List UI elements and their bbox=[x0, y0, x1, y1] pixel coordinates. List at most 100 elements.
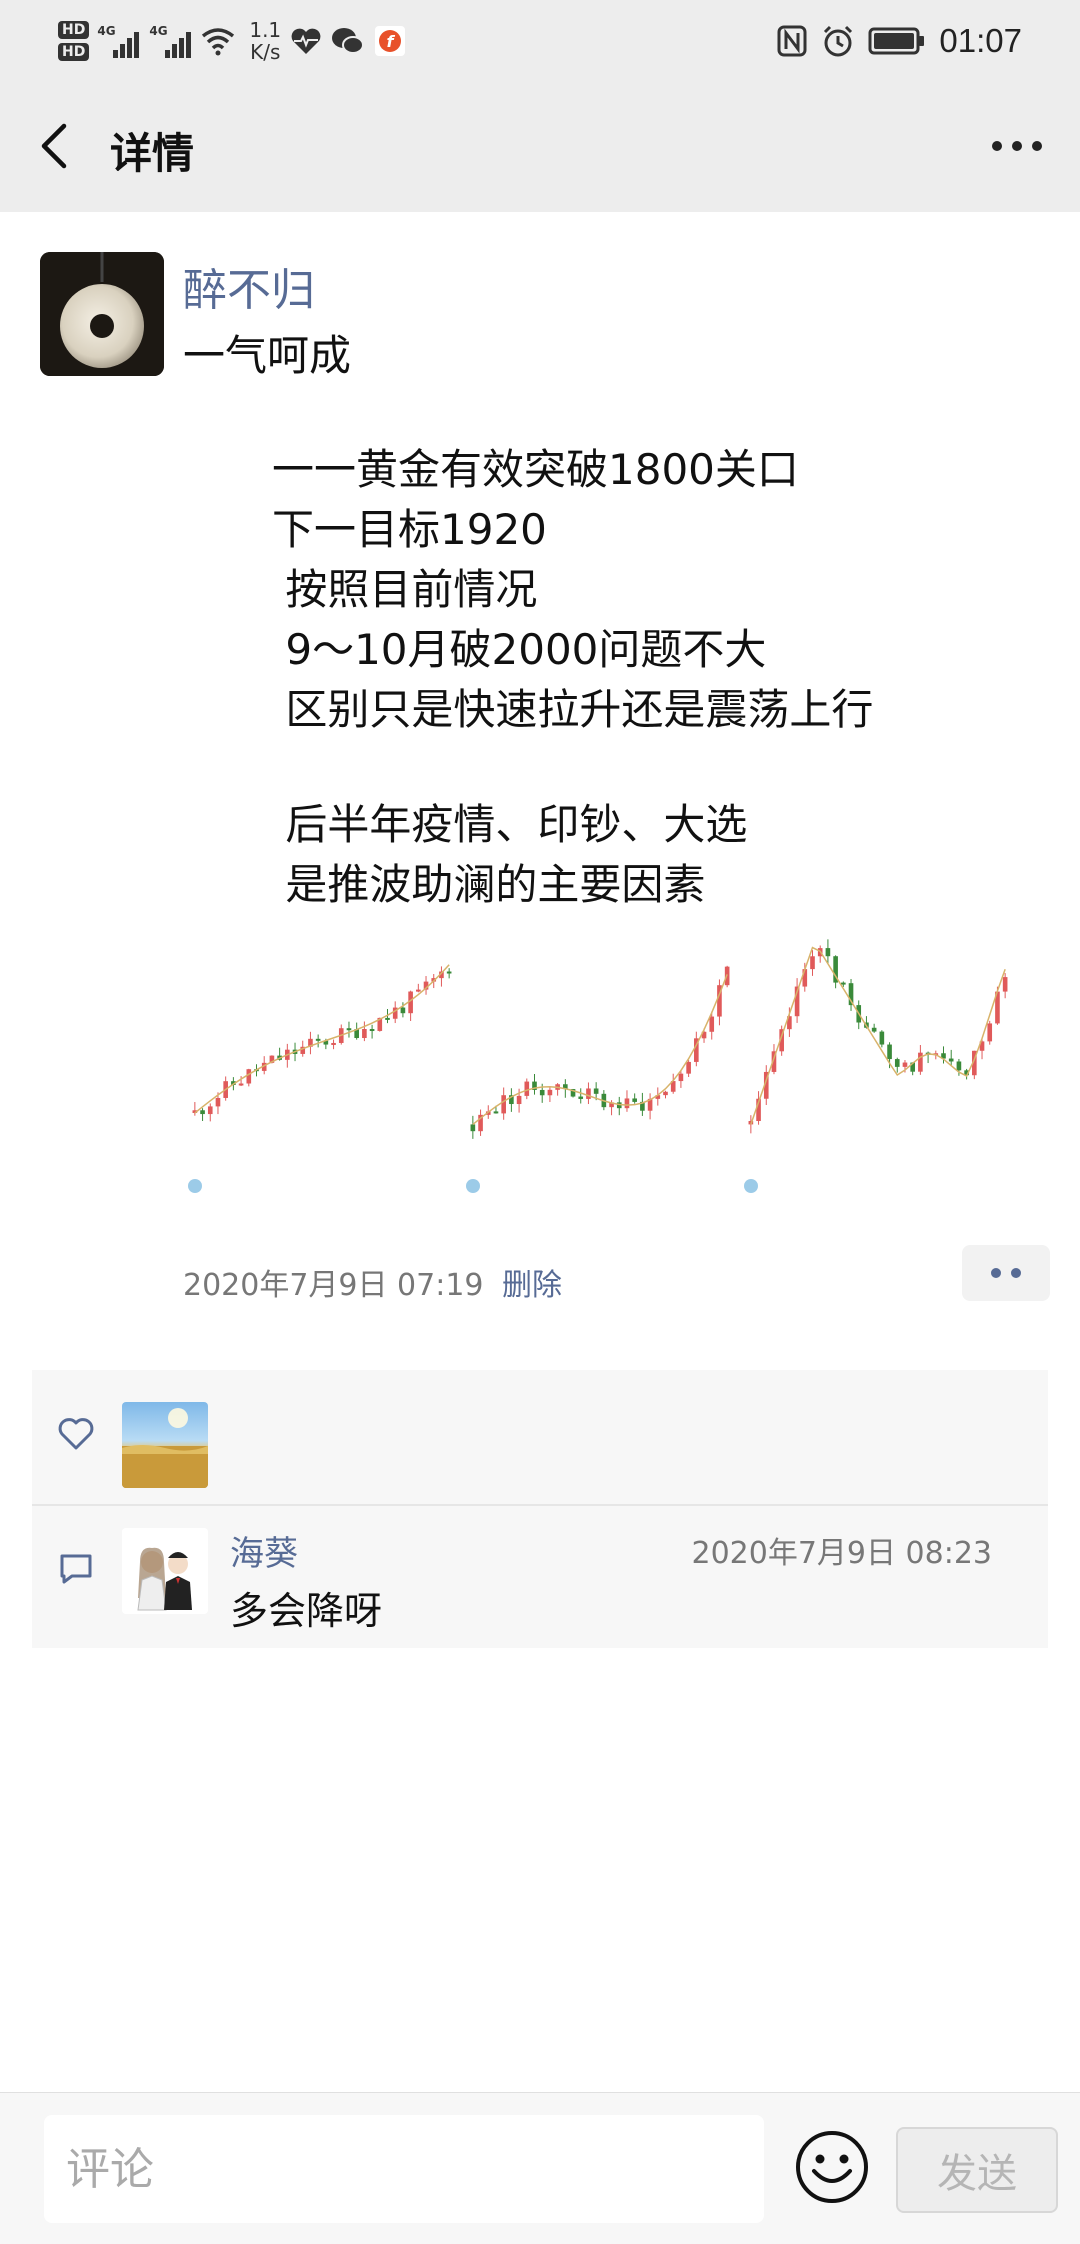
candle-body bbox=[902, 1062, 908, 1067]
post-text-line: 一气呵成 bbox=[183, 331, 352, 380]
hd1-badge: HD bbox=[58, 21, 90, 39]
net-speed-value: 1.1 bbox=[249, 18, 282, 42]
candle-body bbox=[524, 1081, 530, 1096]
comment-time: 2020年7月9日 08:23 bbox=[691, 1536, 992, 1571]
candle-body bbox=[578, 1096, 584, 1099]
nfc-icon bbox=[775, 24, 809, 58]
candle-body bbox=[841, 982, 846, 985]
heart-icon bbox=[56, 1414, 96, 1454]
post-image-chart[interactable] bbox=[183, 930, 461, 1210]
likes-section bbox=[32, 1370, 1048, 1504]
status-bar: HD HD 4G 4G 1.1 K/s f 01:07 bbox=[0, 0, 1080, 80]
signal-1-icon: 4G bbox=[97, 24, 141, 58]
signal-2-icon: 4G bbox=[149, 24, 193, 58]
author-name[interactable]: 醉不归 bbox=[183, 254, 315, 318]
candle-body bbox=[446, 971, 452, 974]
candle-body bbox=[238, 1083, 244, 1086]
signal-2-label: 4G bbox=[149, 24, 168, 38]
candle-body bbox=[362, 1029, 367, 1039]
author-avatar[interactable] bbox=[40, 252, 164, 376]
candle-body bbox=[416, 989, 421, 992]
post-image-chart[interactable] bbox=[739, 930, 1017, 1210]
health-icon bbox=[289, 24, 323, 58]
candle-body bbox=[385, 1017, 390, 1020]
signal-1-label: 4G bbox=[97, 24, 116, 38]
candle-body bbox=[879, 1031, 885, 1045]
comment-like-menu-button[interactable] bbox=[962, 1245, 1050, 1301]
candle-body bbox=[871, 1027, 877, 1032]
comment-icon bbox=[56, 1548, 96, 1588]
chart-badge-dot bbox=[188, 1179, 202, 1193]
candle-body bbox=[586, 1088, 591, 1099]
candle-body bbox=[918, 1052, 923, 1072]
more-options-icon[interactable] bbox=[982, 126, 1052, 166]
candle-body bbox=[987, 1023, 993, 1042]
hd2-badge: HD bbox=[58, 43, 90, 61]
hd-indicators: HD HD bbox=[58, 21, 90, 61]
net-speed-unit: K/s bbox=[250, 40, 281, 64]
status-right: 01:07 bbox=[775, 10, 1022, 72]
wifi-icon bbox=[201, 24, 235, 58]
post-text-line: 9～10月破2000问题不大 bbox=[272, 625, 767, 674]
candle-body bbox=[956, 1061, 962, 1071]
comments-section: 海葵 2020年7月9日 08:23 多会降呀 bbox=[32, 1506, 1048, 1648]
candle-body bbox=[539, 1089, 545, 1096]
emoji-icon[interactable] bbox=[794, 2129, 870, 2205]
post-timestamp: 2020年7月9日 07:19 bbox=[183, 1268, 484, 1303]
candle-body bbox=[709, 1016, 715, 1032]
send-button[interactable]: 发送 bbox=[896, 2127, 1058, 2213]
candle-body bbox=[678, 1073, 684, 1082]
post-text-line: 下一目标1920 bbox=[272, 505, 547, 554]
app-f-icon: f bbox=[373, 24, 407, 58]
candle-body bbox=[825, 948, 831, 957]
candle-body bbox=[400, 1007, 406, 1014]
commenter-name[interactable]: 海葵 bbox=[230, 1526, 298, 1575]
post-image-chart[interactable] bbox=[461, 930, 739, 1210]
candle-body bbox=[207, 1106, 213, 1115]
comment-text[interactable]: 多会降呀 bbox=[230, 1580, 382, 1635]
post-text-line: 是推波助澜的主要因素 bbox=[272, 860, 706, 909]
candle-body bbox=[593, 1088, 599, 1094]
candle-body bbox=[686, 1061, 691, 1074]
liker-avatar[interactable] bbox=[122, 1402, 208, 1488]
post-images bbox=[183, 930, 1017, 1210]
comment-input-bar: 发送 bbox=[0, 2092, 1080, 2244]
candle-body bbox=[887, 1044, 892, 1060]
chart-badge-dot bbox=[466, 1179, 480, 1193]
net-speed: 1.1 K/s bbox=[249, 19, 281, 63]
wechat-icon bbox=[331, 24, 365, 58]
candle-body bbox=[331, 1042, 336, 1045]
moving-average-line bbox=[194, 964, 450, 1114]
candle-body bbox=[624, 1098, 630, 1109]
candle-body bbox=[215, 1097, 221, 1107]
candle-body bbox=[516, 1095, 522, 1105]
candle-body bbox=[501, 1095, 506, 1114]
candle-body bbox=[346, 1028, 352, 1031]
post-text-line: 一一黄金有效突破1800关口 bbox=[272, 445, 799, 494]
post-text-line: 按照目前情况 bbox=[272, 565, 538, 614]
delete-link[interactable]: 删除 bbox=[502, 1260, 562, 1304]
candle-body bbox=[948, 1058, 954, 1062]
candle-body bbox=[246, 1069, 252, 1084]
post-text-line: 后半年疫情、印钞、大选 bbox=[272, 800, 748, 849]
status-time: 01:07 bbox=[939, 22, 1022, 59]
candle-body bbox=[894, 1059, 900, 1067]
battery-icon bbox=[867, 24, 927, 58]
commenter-avatar[interactable] bbox=[122, 1528, 208, 1614]
candle-body bbox=[470, 1124, 476, 1132]
candle-body bbox=[810, 956, 815, 970]
back-icon[interactable] bbox=[32, 118, 82, 174]
candle-body bbox=[200, 1110, 205, 1115]
alarm-icon bbox=[821, 24, 855, 58]
chart-badge-dot bbox=[744, 1179, 758, 1193]
candle-body bbox=[315, 1038, 321, 1041]
candle-body bbox=[663, 1091, 668, 1096]
candle-body bbox=[632, 1098, 637, 1102]
post-text-line: 区别只是快速拉升还是震荡上行 bbox=[272, 685, 874, 734]
status-left: HD HD 4G 4G 1.1 K/s f bbox=[58, 10, 407, 72]
comment-input[interactable] bbox=[44, 2115, 764, 2223]
candle-body bbox=[1002, 977, 1008, 992]
page-title: 详情 bbox=[110, 129, 195, 178]
nav-header: 详情 bbox=[0, 80, 1080, 212]
candle-body bbox=[493, 1111, 499, 1114]
